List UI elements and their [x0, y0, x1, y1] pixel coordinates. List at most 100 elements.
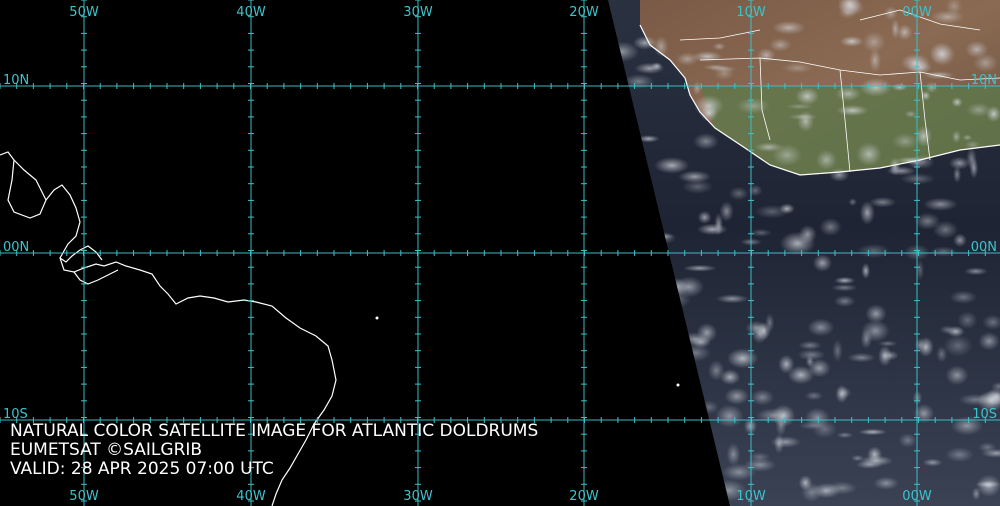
lon-label-bottom-00w: 00W	[902, 489, 932, 504]
cloud-patch	[891, 83, 908, 92]
caption-credit: EUMETSAT ©SAILGRIB	[10, 440, 203, 460]
map-caption: NATURAL COLOR SATELLITE IMAGE FOR ATLANT…	[10, 422, 538, 479]
cloud-patch	[772, 20, 806, 35]
cloud-patch	[930, 246, 957, 257]
cloud-patch	[922, 458, 943, 467]
cloud-patch	[797, 110, 815, 132]
cloud-patch	[727, 348, 759, 369]
cloud-patch	[819, 218, 842, 236]
cloud-patch	[858, 428, 888, 436]
lon-label-top-20w: 20W	[569, 5, 599, 20]
lat-label-left-00n: 00N	[3, 240, 29, 255]
cloud-patch	[835, 86, 861, 102]
cloud-patch	[692, 81, 702, 96]
cloud-patch	[693, 133, 719, 150]
cloud-patch	[836, 104, 869, 117]
cloud-patch	[930, 10, 965, 24]
cloud-patch	[697, 210, 712, 224]
cloud-patch	[949, 290, 978, 304]
cloud-patch	[836, 387, 852, 399]
cloud-patch	[700, 104, 718, 122]
cloud-patch	[778, 354, 795, 374]
cloud-patch	[839, 35, 864, 47]
cloud-patch	[932, 220, 959, 239]
cloud-patch	[836, 432, 854, 439]
cloud-patch	[807, 318, 835, 337]
cloud-patch	[832, 339, 843, 363]
cloud-patch	[750, 389, 775, 406]
cloud-patch	[978, 442, 997, 453]
cloud-patch	[889, 157, 901, 176]
cloud-patch	[958, 393, 993, 406]
cloud-patch	[765, 313, 775, 333]
lon-label-bottom-50w: 50W	[69, 489, 99, 504]
cloud-patch	[896, 24, 913, 41]
cloud-patch	[962, 134, 973, 141]
cloud-patch	[795, 87, 820, 106]
caption-title: NATURAL COLOR SATELLITE IMAGE FOR ATLANT…	[10, 421, 539, 441]
cloud-patch	[923, 197, 958, 211]
lat-label-left-10n: 10N	[3, 73, 29, 88]
lat-label-left-10s: 10S	[3, 407, 28, 422]
cloud-patch	[945, 447, 974, 463]
cloud-patch	[634, 62, 665, 74]
cloud-patch	[747, 184, 763, 197]
cloud-patch	[831, 284, 858, 292]
lon-label-top-40w: 40W	[236, 5, 266, 20]
cloud-patch	[697, 223, 728, 236]
lat-label-right-10s: 10S	[972, 407, 997, 422]
cloud-patch	[750, 228, 773, 237]
lon-label-bottom-10w: 10W	[736, 489, 766, 504]
cloud-patch	[834, 276, 856, 285]
cloud-patch	[964, 267, 988, 276]
cloud-patch	[682, 264, 717, 272]
cloud-patch	[769, 38, 792, 52]
cloud-patch	[848, 198, 857, 206]
cloud-patch	[798, 340, 822, 350]
cloud-patch	[748, 452, 771, 463]
cloud-patch	[867, 446, 883, 463]
cloud-patch	[859, 200, 875, 225]
cloud-patch	[856, 142, 882, 167]
lon-label-top-10w: 10W	[736, 5, 766, 20]
cloud-patch	[774, 433, 784, 454]
lon-label-bottom-40w: 40W	[236, 489, 266, 504]
cloud-patch	[812, 254, 833, 272]
lat-label-right-10n: 10N	[971, 73, 997, 88]
lat-label-right-00n: 00N	[971, 240, 997, 255]
cloud-patch	[929, 42, 956, 66]
cloud-patch	[847, 352, 876, 363]
cloud-patch	[951, 130, 962, 144]
lon-label-top-50w: 50W	[69, 5, 99, 20]
cloud-patch	[779, 203, 795, 214]
cloud-patch	[785, 103, 814, 110]
cloud-patch	[712, 42, 726, 51]
cloud-patch	[978, 332, 1000, 351]
cloud-patch	[815, 149, 838, 171]
cloud-patch	[714, 66, 735, 81]
cloud-patch	[719, 369, 741, 385]
cloud-patch	[724, 387, 750, 405]
cloud-patch	[754, 142, 784, 153]
cloud-patch	[861, 262, 871, 279]
cloud-patch	[943, 334, 973, 357]
lon-label-bottom-20w: 20W	[569, 489, 599, 504]
cloud-patch	[891, 132, 919, 150]
cloud-patch	[805, 355, 815, 368]
cloud-patch	[696, 323, 718, 343]
cloud-patch	[878, 345, 892, 367]
cloud-patch	[914, 337, 925, 353]
cloud-patch	[682, 179, 713, 194]
cloud-patch	[798, 475, 813, 491]
cloud-patch	[957, 311, 978, 330]
lon-label-top-00w: 00W	[902, 5, 932, 20]
cloud-patch	[873, 476, 899, 490]
cloud-patch	[865, 304, 887, 324]
cloud-patch	[833, 295, 856, 308]
lon-label-bottom-30w: 30W	[403, 489, 433, 504]
cloud-patch	[804, 407, 830, 428]
cloud-patch	[728, 186, 749, 201]
lon-label-top-30w: 30W	[403, 5, 433, 20]
cloud-patch	[945, 365, 969, 386]
cloud-patch	[975, 480, 1000, 488]
